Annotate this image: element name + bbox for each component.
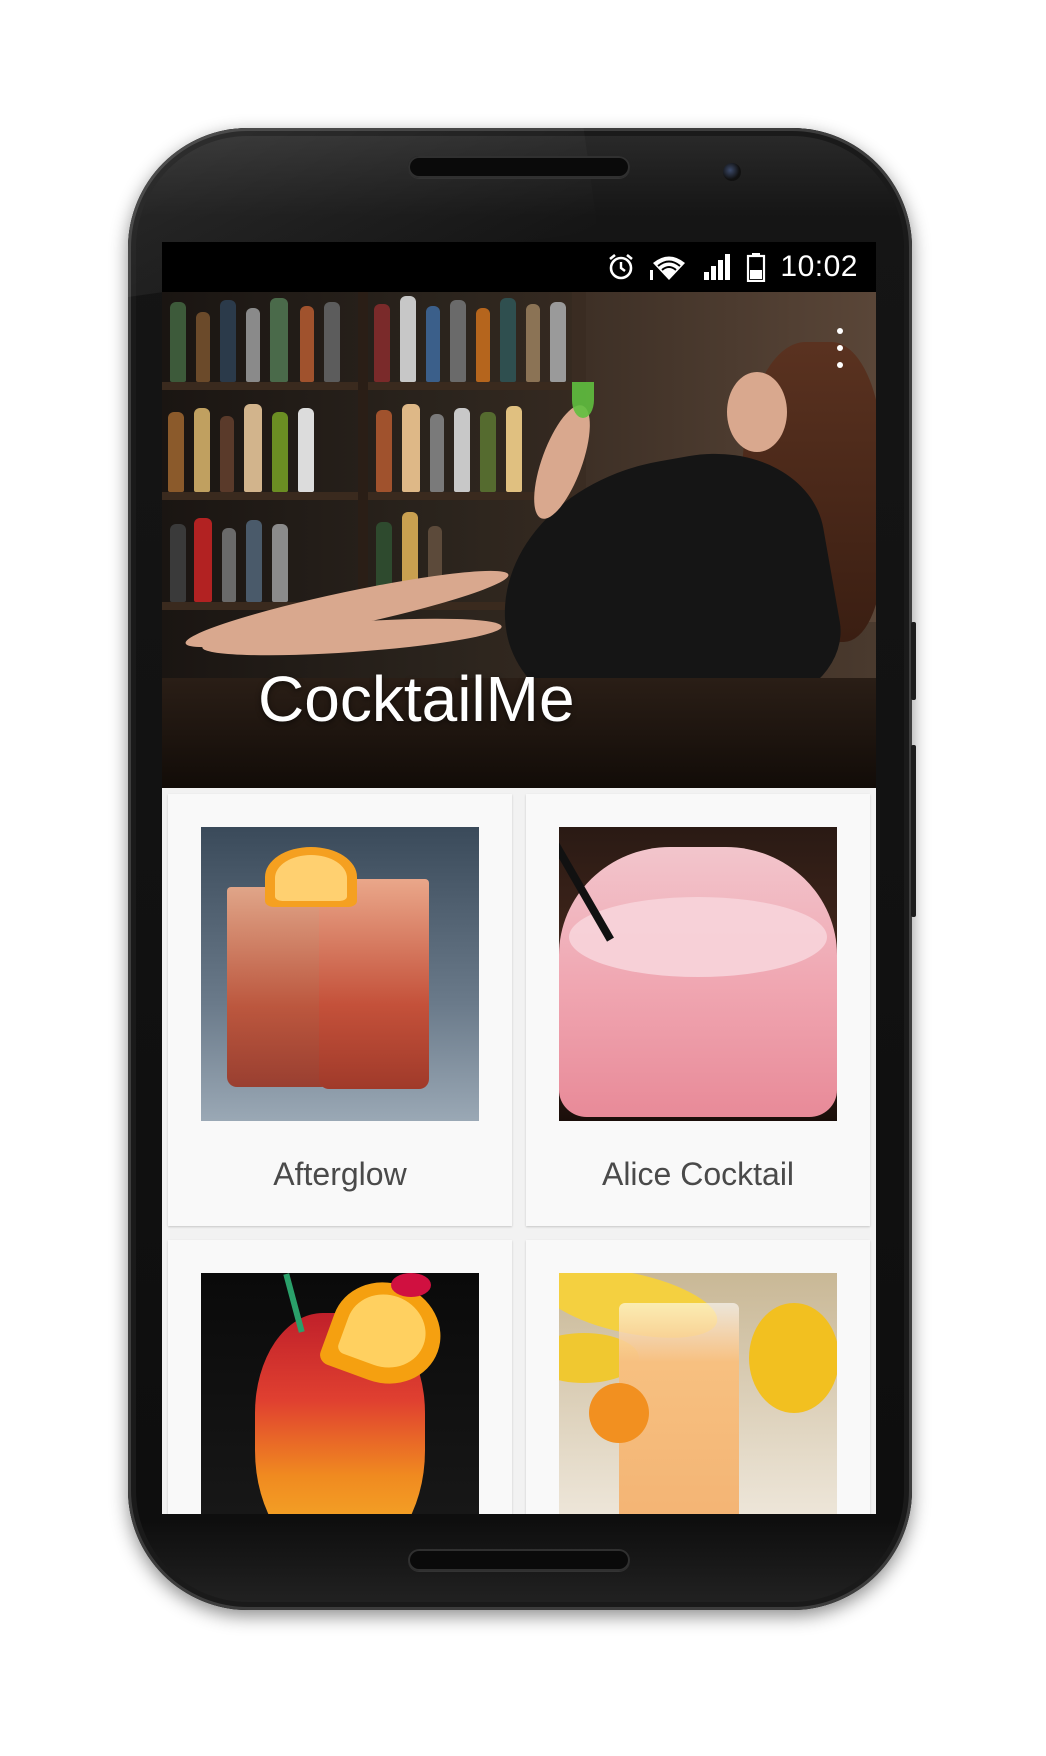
cocktail-card[interactable]: Afterglow <box>168 794 512 1226</box>
screen: 10:02 CocktailMe Afterglow Alice Cocktai… <box>162 242 876 1514</box>
power-button <box>911 622 916 700</box>
status-time: 10:02 <box>780 250 858 283</box>
cocktail-image <box>201 1273 479 1514</box>
signal-icon <box>702 252 732 282</box>
cocktail-card[interactable]: Alice Cocktail <box>526 794 870 1226</box>
overflow-menu-icon[interactable] <box>830 328 850 368</box>
cocktail-grid: Afterglow Alice Cocktail <box>162 788 876 1514</box>
cocktail-image <box>559 827 837 1121</box>
volume-button <box>911 745 916 917</box>
cocktail-name: Alice Cocktail <box>601 1156 795 1192</box>
cocktail-card[interactable] <box>168 1240 512 1514</box>
bottom-speaker <box>408 1549 630 1571</box>
battery-icon <box>746 252 766 282</box>
status-bar: 10:02 <box>162 242 876 292</box>
cocktail-card[interactable] <box>526 1240 870 1514</box>
earpiece-speaker <box>408 156 630 178</box>
app-header: CocktailMe <box>162 292 876 788</box>
wifi-icon <box>650 252 688 282</box>
cocktail-name: Afterglow <box>273 1156 407 1192</box>
cocktail-image <box>201 827 479 1121</box>
alarm-icon <box>606 252 636 282</box>
front-camera <box>723 163 741 181</box>
app-title: CocktailMe <box>258 663 575 735</box>
cocktail-image <box>559 1273 837 1514</box>
